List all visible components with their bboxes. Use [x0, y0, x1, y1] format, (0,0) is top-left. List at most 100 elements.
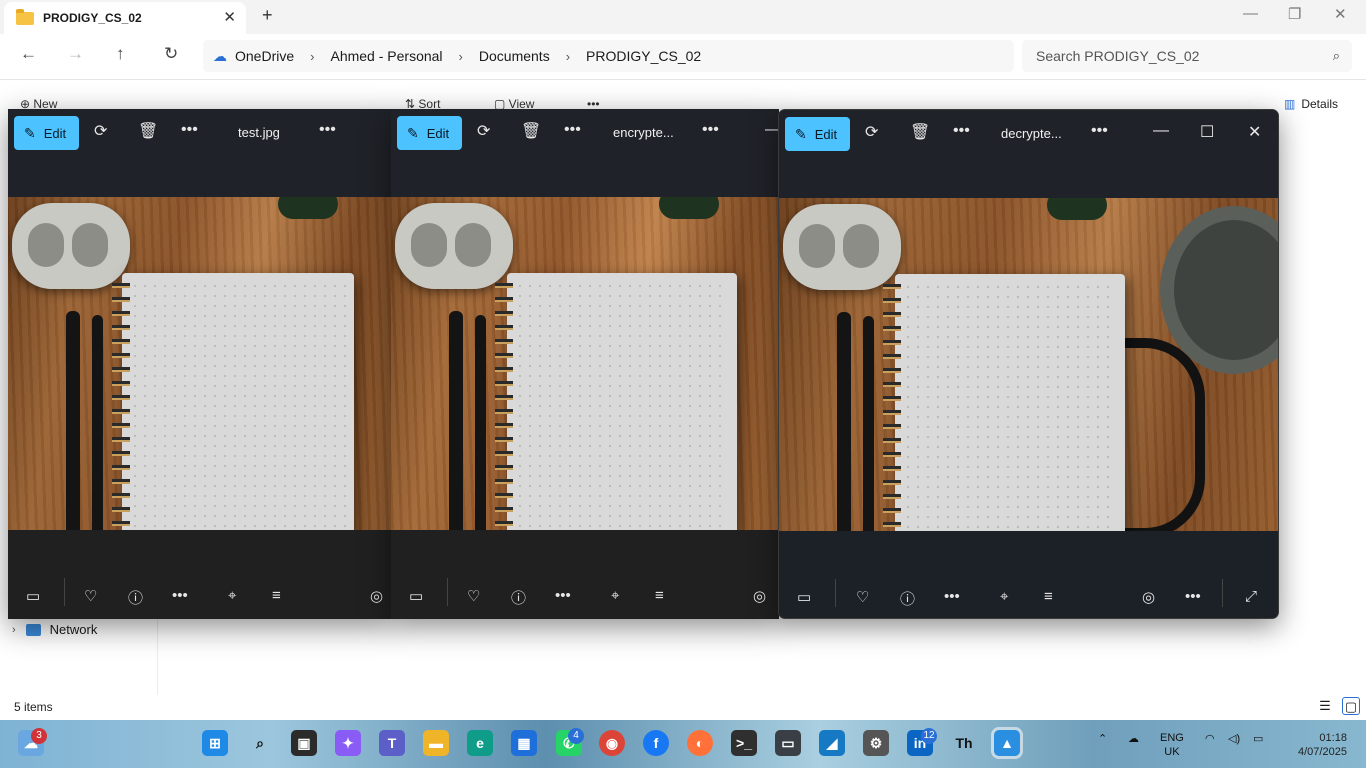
chevron-right-icon[interactable]: ›: [459, 49, 463, 64]
breadcrumb-ahmed-personal[interactable]: Ahmed - Personal: [330, 48, 442, 64]
details-view-icon[interactable]: ☰: [1316, 697, 1334, 715]
chrome-icon[interactable]: ◉: [599, 730, 625, 756]
more-icon[interactable]: •••: [319, 121, 336, 139]
delete-icon[interactable]: 🗑: [138, 121, 158, 141]
visual-search-icon[interactable]: ⌖: [228, 587, 236, 604]
more-icon[interactable]: •••: [944, 588, 960, 605]
lang-region: UK: [1164, 746, 1180, 758]
more-icon[interactable]: •••: [1091, 122, 1108, 140]
photo-image: [391, 197, 779, 530]
maximize-icon[interactable]: ☐: [1200, 122, 1214, 142]
visual-search-icon[interactable]: ⌖: [611, 587, 619, 604]
ai-effects-icon[interactable]: ◎: [370, 587, 383, 605]
minimize-icon[interactable]: —: [765, 121, 779, 139]
tiles-view-icon[interactable]: ▢: [1342, 697, 1360, 715]
ai-effects-icon[interactable]: ◎: [753, 587, 766, 605]
photo-viewer-decrypted[interactable]: ✎ Edit ⟳ 🗑 ••• decrypte... ••• — ☐ ✕ ▭ ♡ …: [778, 109, 1279, 619]
up-button[interactable]: ↑: [116, 44, 125, 64]
wireshark-icon[interactable]: ◢: [819, 730, 845, 756]
battery-icon[interactable]: ▭: [1253, 732, 1263, 745]
more-icon[interactable]: •••: [564, 121, 581, 139]
breadcrumb-prodigy-cs-02[interactable]: PRODIGY_CS_02: [586, 48, 701, 64]
onedrive-icon[interactable]: ☁: [1128, 732, 1139, 745]
ai-effects-icon[interactable]: ◎: [1142, 588, 1155, 606]
rotate-icon[interactable]: ⟳: [477, 121, 490, 141]
tab-prodigy-cs-02[interactable]: PRODIGY_CS_02 ✕: [4, 2, 246, 34]
teams-icon[interactable]: T: [379, 730, 405, 756]
more-icon[interactable]: •••: [953, 122, 970, 140]
more-icon[interactable]: •••: [1185, 588, 1201, 605]
viewer-toolbar: ✎ Edit ⟳ 🗑 ••• encrypte... ••• —: [391, 109, 779, 197]
info-icon[interactable]: ⓘ: [128, 587, 143, 608]
back-button[interactable]: ←: [20, 44, 37, 64]
nav-item-network[interactable]: › Network: [12, 622, 97, 637]
photo-viewer-test[interactable]: ✎ Edit ⟳ 🗑 ••• test.jpg ••• ▭ ♡ ⓘ ••• ⌖ ≡…: [8, 109, 391, 619]
minimize-icon[interactable]: —: [1153, 122, 1169, 140]
breadcrumb-onedrive[interactable]: OneDrive: [235, 48, 294, 64]
search-icon[interactable]: ⌕: [1333, 48, 1340, 64]
new-tab-button[interactable]: +: [262, 5, 273, 26]
earbuds-case: [395, 203, 513, 289]
close-icon[interactable]: ✕: [1248, 122, 1261, 142]
edit-button[interactable]: ✎ Edit: [14, 116, 79, 150]
favorite-icon[interactable]: ♡: [467, 587, 480, 605]
delete-icon[interactable]: 🗑: [910, 122, 930, 142]
search-icon[interactable]: ⌕: [247, 730, 273, 756]
chevron-up-icon[interactable]: ⌃: [1098, 732, 1107, 745]
info-icon[interactable]: ⓘ: [900, 588, 915, 609]
task-view-icon[interactable]: ▣: [291, 730, 317, 756]
photos-icon[interactable]: ▲: [994, 730, 1020, 756]
visual-search-icon[interactable]: ⌖: [1000, 588, 1008, 605]
remote-desktop-icon[interactable]: ▭: [775, 730, 801, 756]
time: 01:18: [1319, 732, 1347, 744]
text-extract-icon[interactable]: ≡: [1044, 588, 1053, 605]
wifi-icon[interactable]: ◠: [1205, 732, 1215, 745]
terminal-icon[interactable]: >_: [731, 730, 757, 756]
more-icon[interactable]: •••: [172, 587, 188, 604]
favorite-icon[interactable]: ♡: [856, 588, 869, 606]
chevron-right-icon[interactable]: ›: [12, 624, 16, 636]
filmstrip-icon[interactable]: ▭: [26, 587, 40, 605]
volume-icon[interactable]: ◁): [1228, 732, 1240, 745]
store-icon[interactable]: ▦: [511, 730, 537, 756]
forward-button[interactable]: →: [67, 44, 84, 64]
more-icon[interactable]: •••: [555, 587, 571, 604]
address-bar[interactable]: ☁ OneDrive › Ahmed - Personal › Document…: [203, 40, 1014, 72]
rotate-icon[interactable]: ⟳: [94, 121, 107, 141]
text-extract-icon[interactable]: ≡: [272, 587, 281, 604]
rotate-icon[interactable]: ⟳: [865, 122, 878, 142]
more-icon[interactable]: •••: [181, 121, 198, 139]
facebook-icon[interactable]: f: [643, 730, 669, 756]
fullscreen-icon[interactable]: ⤢: [1245, 588, 1257, 605]
favorite-icon[interactable]: ♡: [84, 587, 97, 605]
breadcrumb-documents[interactable]: Documents: [479, 48, 550, 64]
settings-icon[interactable]: ⚙: [863, 730, 889, 756]
maximize-button[interactable]: ❐: [1288, 5, 1301, 23]
close-button[interactable]: ✕: [1334, 5, 1347, 23]
firefox-icon[interactable]: ◐: [687, 730, 713, 756]
file-explorer-icon[interactable]: ▬: [423, 730, 449, 756]
filmstrip-icon[interactable]: ▭: [409, 587, 423, 605]
info-icon[interactable]: ⓘ: [511, 587, 526, 608]
language-indicator[interactable]: ENG UK: [1160, 731, 1184, 759]
photo-image: [779, 198, 1278, 531]
more-icon[interactable]: •••: [702, 121, 719, 139]
details-button[interactable]: ▥ Details: [1284, 97, 1338, 111]
minimize-button[interactable]: —: [1243, 5, 1258, 22]
text-extract-icon[interactable]: ≡: [655, 587, 664, 604]
close-tab-icon[interactable]: ✕: [223, 8, 236, 26]
chevron-right-icon[interactable]: ›: [566, 49, 570, 64]
refresh-button[interactable]: ↻: [164, 44, 178, 64]
photo-viewer-encrypted[interactable]: ✎ Edit ⟳ 🗑 ••• encrypte... ••• — ▭ ♡ ⓘ ••…: [391, 109, 779, 619]
filmstrip-icon[interactable]: ▭: [797, 588, 811, 606]
start-icon[interactable]: ⊞: [202, 730, 228, 756]
chevron-right-icon[interactable]: ›: [310, 49, 314, 64]
edge-icon[interactable]: e: [467, 730, 493, 756]
edit-button[interactable]: ✎ Edit: [785, 117, 850, 151]
clock[interactable]: 01:18 4/07/2025: [1298, 731, 1347, 759]
delete-icon[interactable]: 🗑: [521, 121, 541, 141]
copilot-icon[interactable]: ✦: [335, 730, 361, 756]
typora-icon[interactable]: Th: [951, 730, 977, 756]
edit-button[interactable]: ✎ Edit: [397, 116, 462, 150]
search-input[interactable]: Search PRODIGY_CS_02 ⌕: [1022, 40, 1352, 72]
